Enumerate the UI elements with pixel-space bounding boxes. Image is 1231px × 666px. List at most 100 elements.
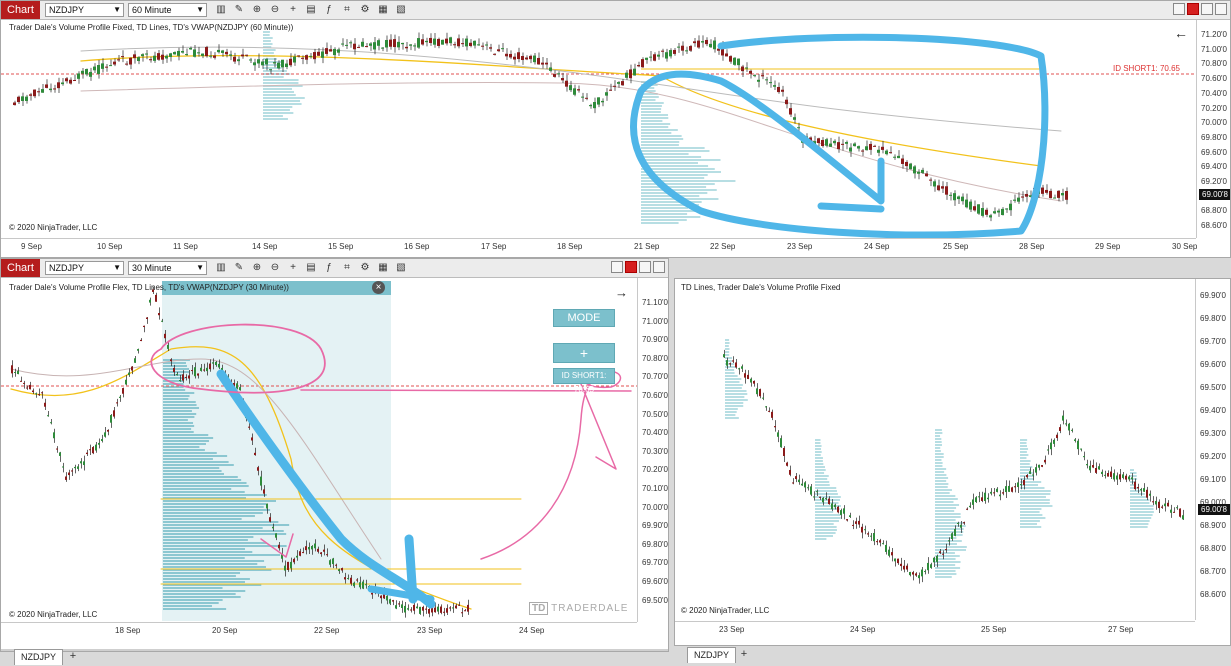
candle-body: [889, 152, 892, 154]
candle-body: [936, 555, 938, 562]
volume-profile-bar: [163, 365, 187, 367]
volume-profile-bar: [163, 566, 266, 568]
candle-body: [673, 49, 676, 54]
volume-profile-bar: [935, 441, 942, 443]
volume-profile-bar: [263, 31, 270, 33]
candle-body: [53, 88, 56, 90]
candle-body: [469, 42, 472, 47]
candle-body: [1113, 473, 1115, 480]
candle-body: [665, 52, 668, 59]
volume-profile-bar: [163, 395, 190, 397]
candle-body: [236, 383, 238, 389]
volume-profile-bar: [163, 398, 189, 400]
candle-body: [1149, 493, 1151, 496]
add-tab-icon[interactable]: +: [67, 650, 79, 662]
candle-body: [1002, 492, 1004, 494]
volume-profile-bar: [935, 546, 967, 548]
candle-body: [137, 349, 139, 351]
tab-nzdjpy[interactable]: NZDJPY: [14, 649, 64, 665]
maximize-button[interactable]: [653, 261, 665, 273]
candle-body: [137, 57, 140, 62]
price-tick-label: 70.20'0: [642, 465, 668, 475]
volume-profile-bar: [163, 554, 281, 556]
price-axis[interactable]: 71.10'0 71.00'0 70.90'0 70.80'0 70.70'0 70.60…: [637, 278, 668, 622]
time-tick-label: 23 Sep: [417, 626, 443, 635]
back-arrow-icon[interactable]: ←: [1174, 25, 1188, 41]
candle-body: [849, 147, 852, 152]
short-level-button[interactable]: ID SHORT1: 70.65: [553, 368, 615, 394]
candle-body: [1059, 427, 1061, 432]
candle-body: [371, 592, 373, 595]
add-button[interactable]: +: [553, 343, 615, 363]
candle-body: [249, 59, 252, 61]
volume-profile-bar: [1020, 451, 1027, 453]
candle-body: [653, 54, 656, 61]
time-tick-label: 25 Sep: [943, 242, 969, 251]
volume-profile-bar: [815, 481, 830, 483]
volume-profile-bar: [641, 207, 689, 209]
candle-body: [73, 80, 76, 82]
candle-body: [834, 504, 836, 508]
candle-body: [1164, 503, 1166, 507]
price-tick-label: 68.60'0: [1200, 590, 1226, 599]
candle-body: [266, 503, 268, 509]
candle-body: [407, 608, 409, 610]
restore-button[interactable]: [639, 261, 651, 273]
volume-profile-bar: [815, 475, 829, 477]
candle-body: [1110, 471, 1112, 477]
mode-button[interactable]: MODE: [553, 309, 615, 327]
candle-body: [373, 42, 376, 50]
time-axis[interactable]: 23 Sep 24 Sep 25 Sep 27 Sep: [675, 621, 1195, 640]
forward-arrow-icon[interactable]: →: [615, 285, 628, 300]
maximize-button[interactable]: [1215, 3, 1227, 15]
candle-body: [281, 59, 284, 68]
volume-profile-bar: [263, 91, 294, 93]
candle-body: [1045, 189, 1048, 193]
candle-body: [771, 411, 773, 418]
volume-profile-bar: [163, 599, 223, 601]
volume-profile-bar: [641, 129, 678, 131]
candle-body: [165, 55, 168, 59]
candle-body: [141, 54, 144, 57]
volume-profile-bar: [725, 342, 730, 344]
volume-profile-bar: [725, 393, 748, 395]
candle-body: [822, 497, 824, 503]
volume-profile-bar: [935, 432, 943, 434]
candle-body: [464, 610, 466, 612]
price-tick-label: 69.40'0: [1201, 162, 1227, 172]
candle-body: [169, 53, 172, 57]
candle-body: [83, 461, 85, 466]
candle-body: [945, 549, 947, 551]
candle-body: [852, 524, 854, 526]
volume-profile-bar: [935, 444, 942, 446]
candle-body: [783, 447, 785, 457]
left-price-plot[interactable]: [1, 259, 637, 651]
candle-body: [254, 452, 256, 456]
candle-body: [753, 380, 755, 384]
time-axis[interactable]: 18 Sep 20 Sep 22 Sep 23 Sep 24 Sep: [1, 622, 637, 641]
volume-profile-bar: [163, 437, 214, 439]
candle-body: [810, 486, 812, 495]
volume-profile-bar: [163, 428, 192, 430]
price-axis[interactable]: 69.90'0 69.80'0 69.70'0 69.60'0 69.50'0 69.40…: [1195, 279, 1230, 620]
candle-body: [593, 102, 596, 109]
volume-profile-bar: [1020, 502, 1050, 504]
tab-nzdjpy[interactable]: NZDJPY: [687, 647, 737, 663]
volume-profile-bar: [263, 34, 270, 36]
candle-body: [323, 549, 325, 552]
price-axis[interactable]: 71.20'0 71.00'0 70.80'0 70.60'0 70.40'0 70.20…: [1196, 20, 1230, 238]
candle-body: [461, 43, 464, 45]
candle-body: [104, 432, 106, 437]
volume-profile-bar: [935, 483, 949, 485]
candle-body: [745, 67, 748, 69]
add-tab-icon[interactable]: +: [738, 648, 750, 660]
candle-body: [23, 382, 25, 384]
top-price-plot[interactable]: [1, 1, 1196, 257]
candle-body: [915, 573, 917, 576]
time-axis[interactable]: 9 Sep 10 Sep 11 Sep 14 Sep 15 Sep 16 Sep 17 Se…: [1, 238, 1197, 257]
right-price-plot[interactable]: [675, 279, 1195, 645]
candle-body: [225, 51, 228, 55]
restore-button[interactable]: [1201, 3, 1213, 15]
close-icon[interactable]: ×: [372, 281, 385, 294]
volume-profile-bar: [163, 473, 224, 475]
